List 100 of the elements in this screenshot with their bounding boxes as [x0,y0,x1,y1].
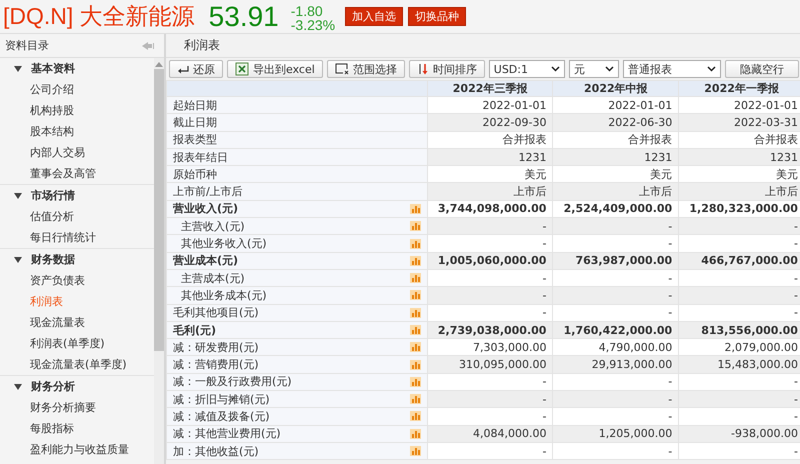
bar-chart-icon[interactable] [410,221,421,232]
bar-chart-icon[interactable] [410,273,421,284]
sidebar-item[interactable]: 机构持股 [0,100,154,121]
table-cell: - [552,390,679,408]
table-cell: 2022-06-30 [552,114,679,132]
table-cell: - [427,390,553,408]
table-cell: 310,095,000.00 [427,356,553,374]
sidebar-item[interactable]: 公司介绍 [0,79,154,100]
table-cell: 763,987,000.00 [552,252,679,270]
toolbar-button[interactable]: 范围选择 [326,60,405,78]
toolbar-button[interactable]: 导出到excel [227,60,323,78]
row-label: 毛利其他项目(元) [173,305,259,320]
header-button[interactable]: 加入自选 [345,7,404,26]
table-cell: - [678,286,800,304]
table-cell: - [552,269,679,287]
table-cell: - [678,218,800,235]
row-label: 加：其他收益(元) [173,444,259,459]
table-cell: -938,000.00 [678,425,800,442]
bar-chart-icon[interactable] [410,204,421,214]
row-label: 营业成本(元) [173,253,238,268]
table-cell: 2022-03-31 [678,114,800,132]
bar-chart-icon[interactable] [410,238,421,249]
sidebar-item[interactable]: 财务分析摘要 [0,397,154,418]
bar-chart-icon[interactable] [410,256,421,266]
scrollbar-thumb[interactable] [154,69,164,351]
table-cell: 1,280,323,000.00 [678,200,800,218]
table-cell: 2022-09-30 [427,114,553,132]
row-label: 毛利(元) [173,322,216,338]
table-cell: 7,303,000.00 [427,338,553,356]
sidebar-item[interactable]: 资产负债表 [0,270,154,291]
sidebar-group-header[interactable]: 基本资料 [0,58,154,79]
row-label: 上市前/上市后 [173,184,243,200]
row-label: 原始币种 [173,166,217,182]
sidebar-item[interactable]: 现金流量表(单季度) [0,354,154,375]
sidebar-item[interactable]: 内部人交易 [0,142,154,163]
row-label: 减：折旧与摊销(元) [173,392,270,407]
bar-chart-icon[interactable] [410,376,421,387]
table-cell: 美元 [552,166,679,183]
dropdown-select[interactable]: 元 [568,60,619,78]
row-label: 减：其他营业费用(元) [173,426,281,442]
table-cell: 美元 [427,166,553,183]
bar-chart-icon[interactable] [410,308,421,318]
table-cell: - [552,442,679,460]
sidebar-item[interactable]: 估值分析 [0,206,154,227]
sidebar-item[interactable]: 股本结构 [0,121,154,142]
table-cell: - [552,408,679,426]
bar-chart-icon[interactable] [410,411,421,422]
collapse-arrow-icon[interactable] [141,40,155,50]
price-change-percent: -3.23% [290,18,336,32]
bar-chart-icon[interactable] [410,290,421,300]
table-cell: 2022-01-01 [678,96,800,114]
table-cell: 上市后 [678,182,800,200]
table-cell: - [427,442,553,460]
table-cell: - [678,269,800,287]
table-cell: 4,084,000.00 [427,425,553,442]
toolbar-button[interactable]: 隐藏空行 [724,60,799,78]
header-button[interactable]: 切换品种 [408,7,466,26]
sidebar-item[interactable]: 每股指标 [0,418,154,439]
bar-chart-icon[interactable] [410,360,421,370]
chevron-down-icon [550,66,560,72]
sidebar-title: 资料目录 [5,38,49,53]
sort-arrows-icon [416,63,429,75]
table-cell: - [552,286,679,304]
price-change: -1.80 [290,4,324,18]
toolbar-button[interactable]: 还原 [169,60,223,78]
bar-chart-icon[interactable] [410,325,421,335]
sidebar-item[interactable]: 利润表(单季度) [0,333,154,354]
dropdown-select[interactable]: USD:1 [488,60,565,78]
sidebar-item[interactable]: 盈利能力与收益质量 [0,439,154,460]
sidebar-item[interactable]: 董事会及高管 [0,163,154,184]
column-header: 2022年三季报 [427,80,553,96]
bar-chart-icon[interactable] [410,446,421,456]
scroll-up-arrow-icon [155,61,163,67]
chevron-down-icon [604,66,614,72]
sidebar-item[interactable]: 现金流量表 [0,312,154,333]
row-label: 主营成本(元) [180,270,245,286]
sidebar-item[interactable]: 每日行情统计 [0,227,154,248]
column-header: 2022年中报 [552,80,679,96]
bar-chart-icon[interactable] [410,428,421,439]
table-cell: 3,744,098,000.00 [427,200,553,218]
column-header: 2022年一季报 [678,80,800,96]
table-cell: 2022-01-01 [427,96,553,114]
table-cell: 1,205,000.00 [552,425,679,442]
bar-chart-icon[interactable] [410,342,421,352]
toolbar-button[interactable]: 时间排序 [408,60,485,78]
bar-chart-icon[interactable] [410,394,421,404]
table-cell: - [678,408,800,426]
table-cell: - [427,269,553,287]
stock-title: [DQ.N] 大全新能源 [3,2,195,31]
table-cell: - [678,390,800,408]
table-cell: - [678,304,800,322]
row-label: 减：营销费用(元) [173,357,259,372]
table-cell: 2022-01-01 [552,96,679,114]
table-cell: - [552,304,679,322]
table-cell: - [427,304,553,322]
table-cell: 813,556,000.00 [678,321,800,339]
dropdown-select[interactable]: 普通报表 [622,60,721,78]
table-cell: 2,739,038,000.00 [427,321,553,339]
scrollbar[interactable] [154,58,164,464]
table-cell: - [427,408,553,426]
